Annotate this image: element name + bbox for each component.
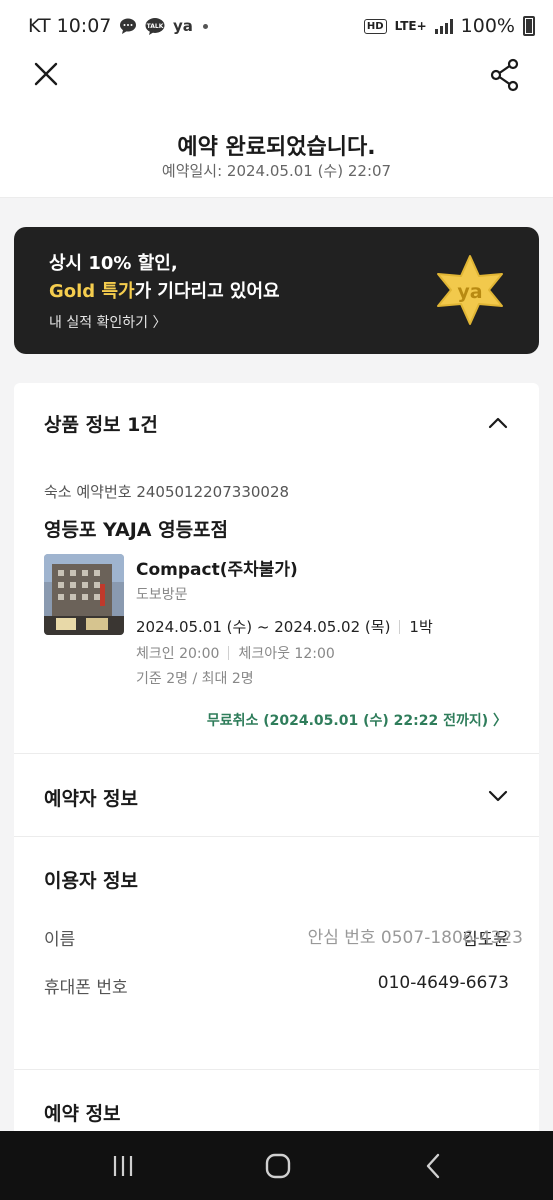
- stay-dates-row: 2024.05.01 (수) ~ 2024.05.02 (목) 1박: [136, 616, 433, 637]
- section-divider: [14, 753, 539, 754]
- visit-type: 도보방문: [136, 587, 188, 603]
- promo-line2: Gold 특가가 기다리고 있어요: [49, 277, 280, 303]
- checkin-checkout-row: 체크인 20:00 체크아웃 12:00: [136, 643, 335, 663]
- star-label: ya: [457, 281, 482, 303]
- chevron-down-icon[interactable]: [486, 784, 510, 808]
- page-title: 예약 완료되었습니다.: [177, 135, 376, 160]
- chevron-up-icon[interactable]: [486, 411, 510, 435]
- yanolja-icon: ya: [173, 18, 193, 34]
- hotel-name: 영등포 YAJA 영등포점: [44, 519, 229, 541]
- status-right: HD LTE+ 100%: [363, 15, 535, 37]
- user-section-title: 이용자 정보: [44, 870, 139, 892]
- reservation-card: 상품 정보 1건 숙소 예약번호 2405012207330028 영등포 YA…: [14, 383, 539, 1143]
- phone-value: 010-4649-6673: [377, 973, 509, 993]
- battery-percent: 100%: [460, 15, 515, 37]
- free-cancel-link[interactable]: 무료취소 (2024.05.01 (수) 22:22 전까지) 〉: [207, 710, 507, 730]
- booking-number: 숙소 예약번호 2405012207330028: [44, 483, 290, 501]
- home-icon[interactable]: [265, 1153, 291, 1179]
- promo-highlight: Gold 특가: [49, 281, 135, 302]
- product-section-title[interactable]: 상품 정보 1건: [44, 410, 158, 437]
- carrier-time: KT 10:07: [28, 15, 112, 37]
- name-label: 이름: [44, 930, 76, 950]
- section-divider: [14, 836, 539, 837]
- check-out-time: 체크아웃 12:00: [238, 646, 335, 662]
- section-divider: [14, 1069, 539, 1070]
- stay-dates: 2024.05.01 (수) ~ 2024.05.02 (목): [136, 618, 391, 636]
- battery-icon: [523, 16, 535, 36]
- reservation-datetime: 예약일시: 2024.05.01 (수) 22:07: [161, 162, 392, 180]
- recent-apps-icon[interactable]: [110, 1155, 136, 1177]
- status-left: KT 10:07 TALK ya: [28, 15, 209, 37]
- gold-promo-banner[interactable]: 상시 10% 할인, Gold 특가가 기다리고 있어요 내 실적 확인하기 〉…: [14, 227, 539, 354]
- chat-bubble-icon: [120, 18, 137, 34]
- nights: 1박: [409, 618, 433, 636]
- capacity: 기준 2명 / 최대 2명: [136, 671, 254, 687]
- system-nav-bar: [0, 1131, 553, 1200]
- network-type: LTE+: [394, 19, 427, 33]
- kakaotalk-icon: TALK: [145, 17, 165, 35]
- notification-dot-icon: [203, 23, 209, 29]
- share-icon[interactable]: [489, 58, 521, 92]
- room-name: Compact(주차불가): [136, 560, 298, 580]
- gold-star-icon: ya: [437, 255, 503, 325]
- svg-text:TALK: TALK: [147, 23, 164, 30]
- status-bar: KT 10:07 TALK ya HD LTE+ 100%: [0, 0, 553, 52]
- svg-text:ya: ya: [173, 18, 193, 34]
- signal-icon: [434, 18, 453, 34]
- reservation-section-title: 예약 정보: [44, 1103, 121, 1125]
- divider: [228, 646, 230, 660]
- check-performance-link[interactable]: 내 실적 확인하기 〉: [49, 312, 167, 332]
- divider: [399, 619, 401, 634]
- booker-section-title[interactable]: 예약자 정보: [44, 784, 138, 811]
- back-icon[interactable]: [423, 1153, 443, 1179]
- close-icon[interactable]: [30, 58, 62, 90]
- hotel-thumbnail: [44, 554, 124, 635]
- promo-line1: 상시 10% 할인,: [49, 253, 178, 274]
- top-header: 예약 완료되었습니다. 예약일시: 2024.05.01 (수) 22:07: [0, 52, 553, 198]
- hd-badge: HD: [363, 18, 387, 34]
- safe-number: 안심 번호 0507-1806-4323: [307, 928, 523, 948]
- check-in-time: 체크인 20:00: [136, 646, 220, 662]
- promo-rest: 가 기다리고 있어요: [134, 281, 280, 302]
- phone-label: 휴대폰 번호: [44, 978, 128, 998]
